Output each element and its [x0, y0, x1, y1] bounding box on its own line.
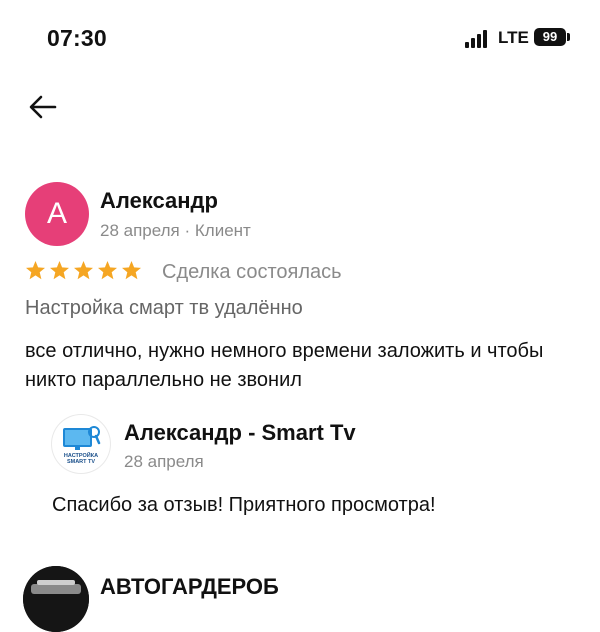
- reply-date: 28 апреля: [124, 452, 204, 471]
- battery-tip: [567, 33, 570, 41]
- review-text: все отлично, нужно немного времени залож…: [25, 340, 544, 391]
- star-icon: [50, 261, 69, 280]
- next-reviewer-avatar[interactable]: [23, 566, 89, 632]
- review-service: Настройка смарт тв удалённо: [25, 297, 303, 319]
- logo-line-2: SMART TV: [67, 459, 95, 465]
- car-icon: [23, 566, 89, 632]
- tv-settings-icon: НАСТРОЙКА SMART TV: [63, 426, 101, 465]
- star-icon: [26, 261, 45, 280]
- shop-name[interactable]: Александр - Smart Tv: [124, 420, 356, 446]
- battery-icon: 99: [534, 28, 566, 46]
- next-reviewer-name[interactable]: АВТОГАРДЕРОБ: [100, 574, 279, 600]
- star-icon: [98, 261, 117, 280]
- reviewer-avatar[interactable]: А: [25, 182, 89, 246]
- star-icon: [74, 261, 93, 280]
- signal-icon: [465, 30, 491, 48]
- reviewer-name[interactable]: Александр: [100, 188, 218, 214]
- arrow-left-icon: [29, 95, 57, 119]
- back-button[interactable]: [28, 92, 58, 122]
- review-meta: 28 апреля · Клиент: [100, 221, 251, 240]
- rating-stars: [25, 260, 142, 281]
- deal-status: Сделка состоялась: [162, 261, 342, 283]
- network-type: LTE: [498, 28, 529, 47]
- logo-line-1: НАСТРОЙКА: [64, 451, 98, 459]
- status-time: 07:30: [47, 25, 107, 51]
- reply-text: Спасибо за отзыв! Приятного просмотра!: [52, 494, 436, 516]
- shop-logo[interactable]: НАСТРОЙКА SMART TV: [52, 415, 110, 473]
- star-icon: [122, 261, 141, 280]
